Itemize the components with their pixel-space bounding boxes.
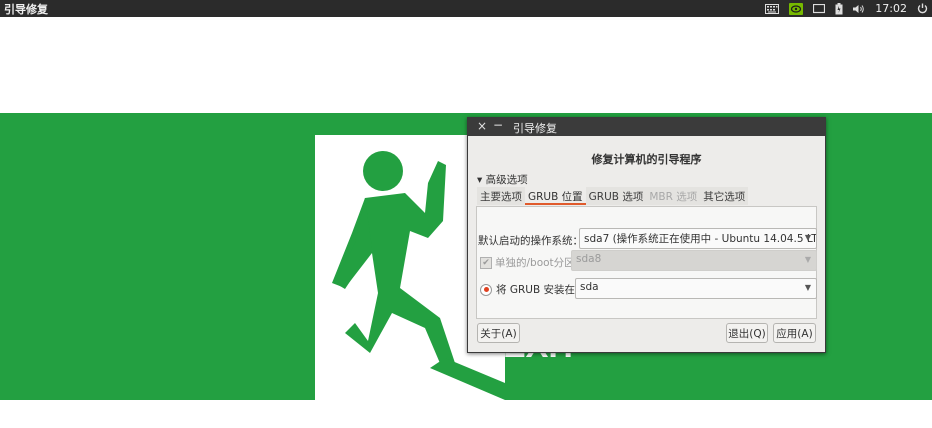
tab-mbr-options: MBR 选项: [646, 187, 701, 205]
nvidia-icon[interactable]: [789, 0, 804, 17]
close-icon[interactable]: ×: [477, 119, 487, 133]
grub-install-row: 将 GRUB 安装在：: [480, 282, 586, 297]
grub-install-radio[interactable]: [480, 283, 492, 296]
separate-boot-value: sda8: [576, 253, 602, 265]
grub-install-value: sda: [580, 281, 599, 293]
tab-main-options[interactable]: 主要选项: [477, 187, 525, 205]
default-os-select[interactable]: sda7 (操作系统正在使用中 - Ubuntu 14.04.5 LTS) ▼: [579, 228, 817, 249]
top-panel: 引导修复 17:02: [0, 0, 932, 17]
tab-grub-options[interactable]: GRUB 选项: [585, 187, 647, 205]
options-tabs: 主要选项 GRUB 位置 GRUB 选项 MBR 选项 其它选项: [477, 187, 749, 205]
desktop-background: [0, 17, 932, 113]
system-tray: 17:02: [765, 0, 928, 17]
chevron-down-icon: ▼: [804, 283, 811, 292]
dialog-heading: 修复计算机的引导程序: [591, 153, 702, 166]
volume-icon[interactable]: [853, 0, 865, 17]
chevron-down-icon: ▼: [804, 233, 811, 242]
battery-icon[interactable]: [835, 0, 843, 17]
default-os-row: 默认启动的操作系统：: [478, 233, 583, 248]
grub-location-panel: 默认启动的操作系统： sda7 (操作系统正在使用中 - Ubuntu 14.0…: [476, 206, 817, 319]
quit-button[interactable]: 退出(Q): [726, 323, 768, 343]
tab-other-options[interactable]: 其它选项: [700, 187, 749, 205]
advanced-options-expander[interactable]: ▾ 高级选项: [477, 172, 528, 187]
grub-install-label: 将 GRUB 安装在：: [496, 284, 586, 296]
default-os-label: 默认启动的操作系统：: [478, 235, 583, 247]
grub-install-select[interactable]: sda ▼: [575, 278, 817, 299]
power-icon[interactable]: [917, 0, 928, 17]
separate-boot-label: 单独的/boot分区: [495, 257, 575, 269]
apply-button[interactable]: 应用(A): [773, 323, 816, 343]
active-app-title: 引导修复: [4, 3, 48, 16]
minimize-icon[interactable]: −: [493, 118, 503, 132]
desktop-background-bottom: [0, 400, 932, 428]
keyboard-icon[interactable]: [765, 0, 780, 17]
separate-boot-select: sda8 ▼: [571, 250, 817, 271]
chevron-down-icon: ▼: [804, 255, 811, 264]
default-os-value: sda7 (操作系统正在使用中 - Ubuntu 14.04.5 LTS): [584, 233, 817, 245]
screen-icon[interactable]: [813, 0, 826, 17]
about-button[interactable]: 关于(A): [477, 323, 520, 343]
separate-boot-row: ✔ 单独的/boot分区: [480, 255, 575, 270]
boot-repair-dialog: × − 引导修复 修复计算机的引导程序 ▾ 高级选项 主要选项 GRUB 位置 …: [467, 117, 826, 353]
separate-boot-checkbox: ✔: [480, 256, 492, 269]
tab-grub-location[interactable]: GRUB 位置: [525, 187, 586, 205]
dialog-titlebar[interactable]: × − 引导修复: [468, 118, 825, 136]
clock[interactable]: 17:02: [875, 2, 907, 15]
dialog-title: 引导修复: [513, 122, 557, 135]
